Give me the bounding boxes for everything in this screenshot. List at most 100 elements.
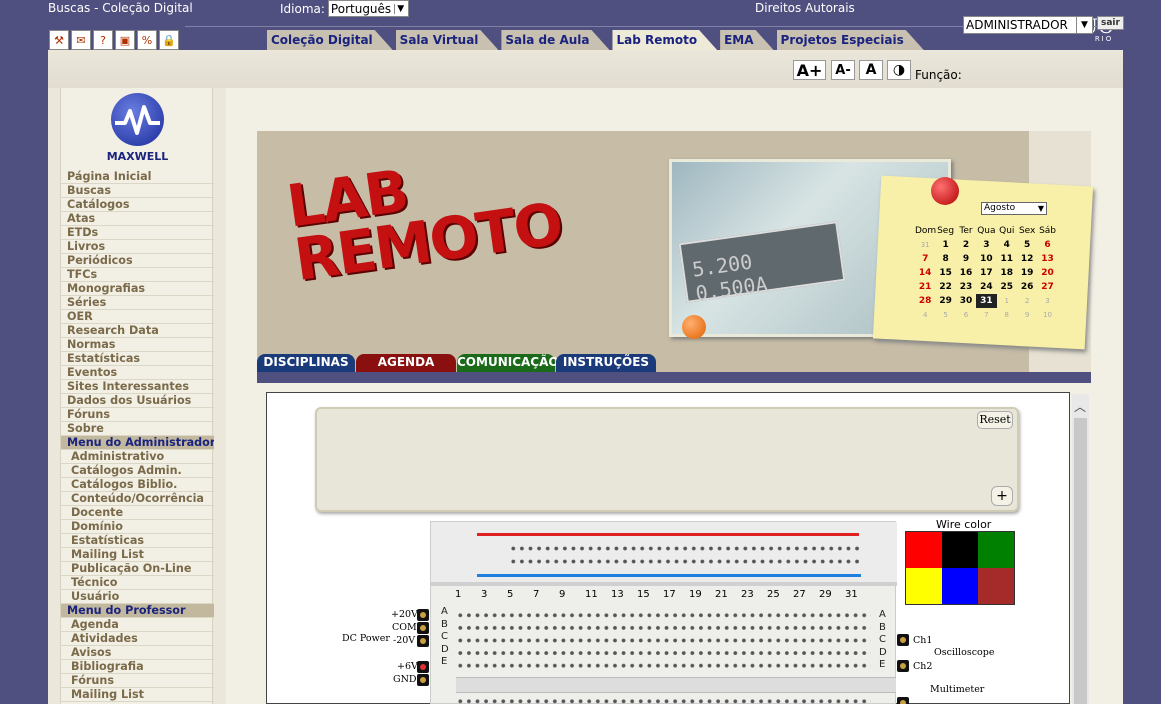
calendar-day[interactable]: 2 [956,238,976,252]
calendar-day[interactable]: 5 [1017,238,1037,252]
sidebar-item[interactable]: Estatísticas [61,352,214,366]
wire-color-swatch[interactable] [978,532,1014,568]
jack-ch1[interactable] [897,634,909,646]
scroll-up-icon[interactable]: ︿ [1074,398,1086,415]
maxwell-logo-icon[interactable] [111,93,164,146]
wire-color-swatch[interactable] [906,532,942,568]
calendar-day[interactable]: 9 [956,252,976,266]
calendar-day[interactable]: 23 [956,280,976,294]
jack-ch2[interactable] [897,660,909,672]
tab-agenda[interactable]: AGENDA [356,354,456,372]
add-button[interactable]: + [991,486,1013,506]
calendar-day[interactable]: 31 [976,294,997,308]
calendar-day[interactable]: 18 [997,266,1017,280]
month-select[interactable]: Agosto ▼ [981,202,1047,215]
font-normal-button[interactable]: A [859,60,883,80]
calendar-day[interactable]: 20 [1037,266,1057,280]
calendar-day[interactable]: 1 [935,238,955,252]
wire-color-swatch[interactable] [978,568,1014,604]
jack-multimeter[interactable] [897,697,909,704]
language-select[interactable]: Português ▼ [327,0,410,17]
calendar-day[interactable]: 3 [976,238,996,252]
sidebar-item[interactable]: Atividades [61,632,214,646]
calendar-day[interactable]: 24 [976,280,996,294]
calendar-day[interactable]: 2 [1017,294,1037,308]
sidebar-item[interactable]: Research Data [61,324,214,338]
calendar-day[interactable]: 10 [1037,308,1057,322]
sidebar-item[interactable]: Séries [61,296,214,310]
calendar-day[interactable]: 8 [935,252,955,266]
tab-colecao-digital[interactable]: Coleção Digital [267,30,393,50]
sidebar-item[interactable]: ETDs [61,226,214,240]
sidebar-item[interactable]: Dados dos Usuários [61,394,214,408]
lock-icon[interactable]: 🔒 [159,30,179,50]
sidebar-item[interactable]: Catálogos [61,198,214,212]
calendar-day[interactable]: 17 [976,266,996,280]
calendar-day[interactable]: 22 [935,280,955,294]
sidebar-item[interactable]: Mailing List [61,688,214,702]
sidebar-item[interactable]: Normas [61,338,214,352]
tab-sala-virtual[interactable]: Sala Virtual [396,30,499,50]
jack-20v[interactable] [417,609,429,621]
sidebar-item[interactable]: Sites Interessantes [61,380,214,394]
calendar-day[interactable]: 11 [997,252,1017,266]
sidebar-item[interactable]: Domínio [61,520,214,534]
sidebar-item[interactable]: Página Inicial [61,170,214,184]
tab-instrucoes[interactable]: INSTRUÇÕES [556,354,656,372]
calendar-day[interactable]: 9 [1017,308,1037,322]
scroll-thumb[interactable] [1074,418,1087,704]
calendar-day[interactable]: 16 [956,266,976,280]
wire-color-swatch[interactable] [942,568,978,604]
jack-com[interactable] [417,622,429,634]
sidebar-item[interactable]: Estatísticas [61,534,214,548]
sidebar-item[interactable]: Monografias [61,282,214,296]
sidebar-item[interactable]: Buscas [61,184,214,198]
jack-gnd[interactable] [417,674,429,686]
site-title[interactable]: Buscas - Coleção Digital [48,1,193,15]
sidebar-item[interactable]: Mailing List [61,548,214,562]
calendar-day[interactable]: 5 [935,308,955,322]
calendar-day[interactable]: 4 [997,238,1017,252]
wire-color-swatch[interactable] [942,532,978,568]
sidebar-item[interactable]: Atas [61,212,214,226]
calendar-day[interactable]: 14 [915,266,935,280]
font-increase-button[interactable]: A+ [793,60,826,80]
tools-icon[interactable]: ⚒ [49,30,69,50]
role-select[interactable]: ADMINISTRADOR ▼ [963,16,1093,34]
wire-color-swatch[interactable] [906,568,942,604]
calendar-day[interactable]: 8 [997,308,1017,322]
sidebar-item[interactable]: OER [61,310,214,324]
calendar-day[interactable]: 28 [915,294,935,308]
calendar-day[interactable]: 13 [1037,252,1057,266]
font-decrease-button[interactable]: A- [831,60,855,80]
calendar-day[interactable]: 7 [915,252,935,266]
sidebar-item[interactable]: Usuário [61,590,214,604]
sidebar-item[interactable]: Publicação On-Line [61,562,214,576]
sidebar-item[interactable]: Fóruns [61,674,214,688]
calendar-day[interactable]: 29 [935,294,955,308]
mail-icon[interactable]: ✉ [71,30,91,50]
percent-icon[interactable]: % [137,30,157,50]
rights-link[interactable]: Direitos Autorais [755,1,855,15]
calendar-day[interactable]: 15 [935,266,955,280]
tab-projetos-especiais[interactable]: Projetos Especiais [777,30,924,50]
calendar-day[interactable]: 4 [915,308,935,322]
sidebar-item[interactable]: Bibliografia [61,660,214,674]
contrast-button[interactable]: ◑ [887,60,911,80]
calendar-day[interactable]: 7 [976,308,996,322]
calendar-day[interactable]: 26 [1017,280,1037,294]
calendar-day[interactable]: 27 [1037,280,1057,294]
presentation-icon[interactable]: ▣ [115,30,135,50]
sidebar-item[interactable]: Fóruns [61,408,214,422]
sidebar-item[interactable]: Livros [61,240,214,254]
help-icon[interactable]: ? [93,30,113,50]
calendar-day[interactable]: 30 [956,294,976,308]
sidebar-item[interactable]: Catálogos Admin. [61,464,214,478]
logout-button[interactable]: sair [1097,16,1124,30]
reset-button[interactable]: Reset [977,411,1013,429]
calendar-day[interactable]: 31 [915,238,935,252]
calendar-day[interactable]: 19 [1017,266,1037,280]
lab-scrollbar[interactable]: ︿ [1072,394,1089,704]
sidebar-item[interactable]: Avisos [61,646,214,660]
calendar-day[interactable]: 25 [997,280,1017,294]
